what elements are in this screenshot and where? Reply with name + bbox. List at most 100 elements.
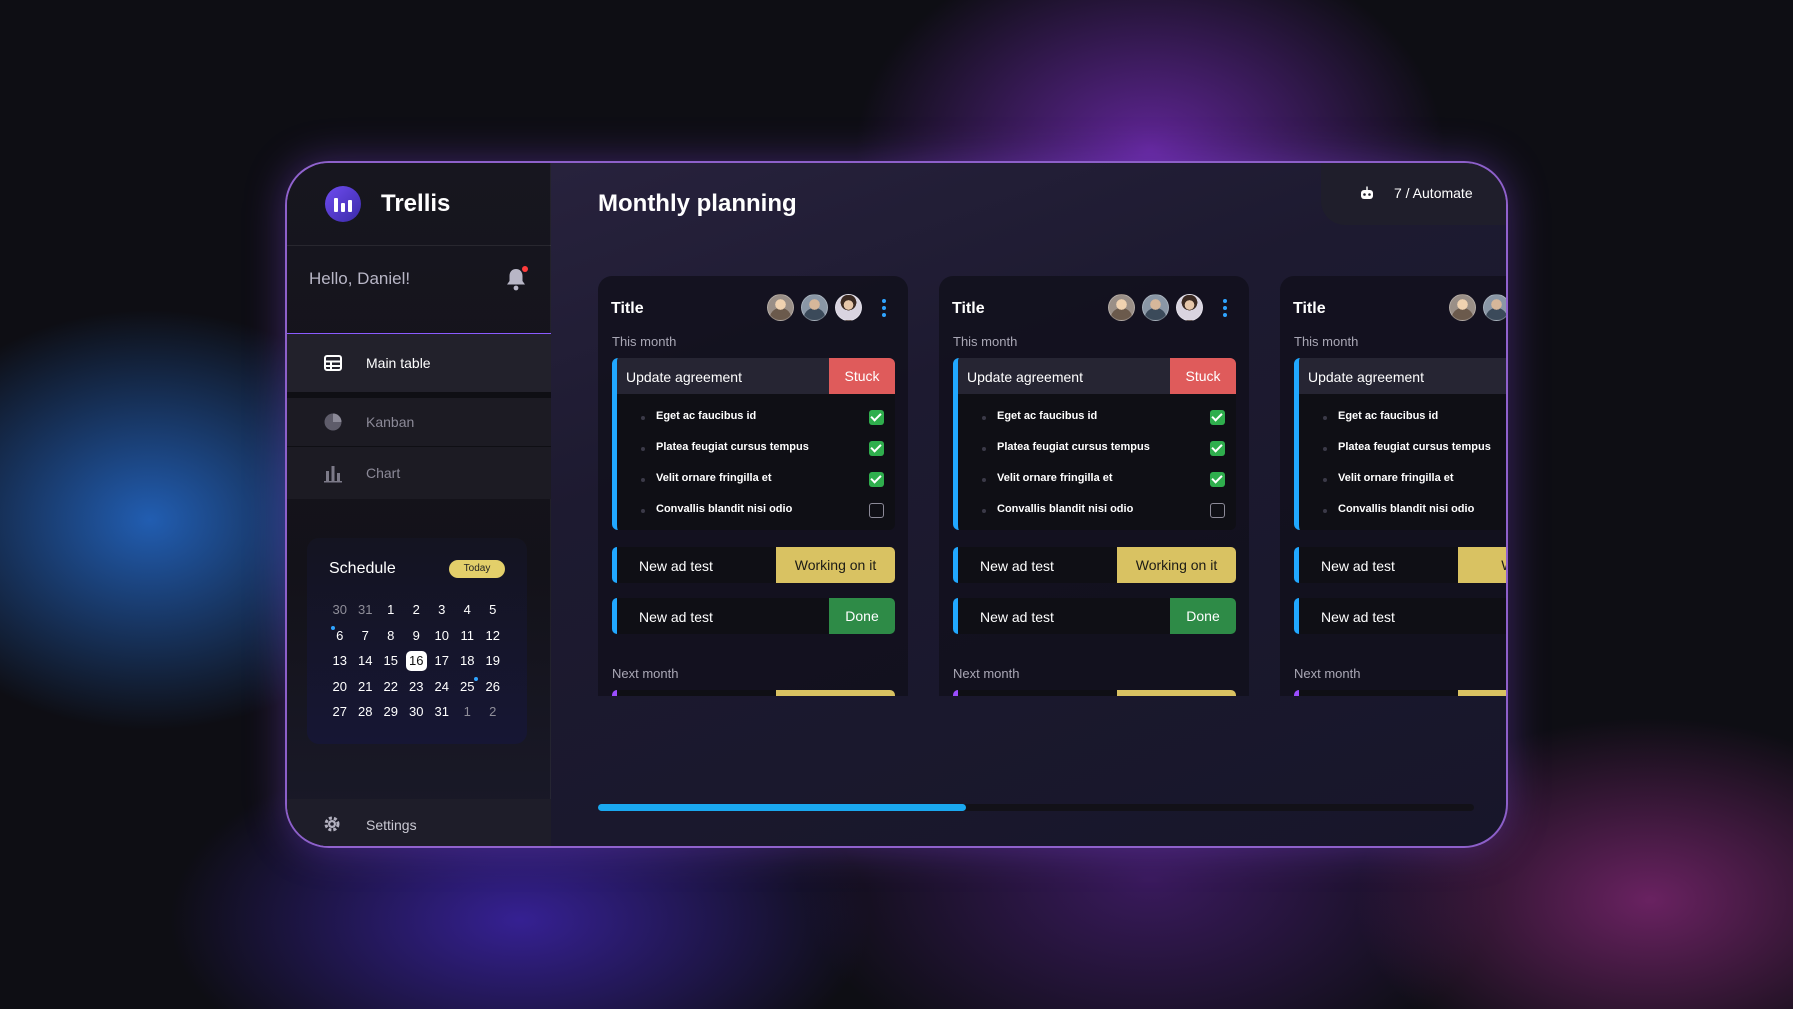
calendar-day[interactable]: 3 (429, 602, 455, 617)
board-card: Title This month Update agreement Eget ac f… (1280, 276, 1506, 696)
status-badge[interactable]: Work (1458, 547, 1506, 583)
calendar-day[interactable]: 21 (353, 679, 379, 694)
nav-item-main-table[interactable]: Main table (287, 334, 551, 392)
task-row[interactable]: Monitor budgetWorking on it (612, 690, 895, 696)
subitem-text: Convallis blandit nisi odio (997, 503, 1134, 515)
calendar-day[interactable]: 30 (404, 704, 430, 719)
status-badge[interactable]: Stuck (829, 358, 895, 394)
scrollbar-thumb[interactable] (598, 804, 966, 811)
task-row[interactable]: New ad test Done (612, 598, 895, 634)
calendar-day[interactable]: 8 (378, 628, 404, 643)
calendar-day[interactable]: 18 (455, 653, 481, 668)
calendar-day[interactable]: 16 (405, 650, 427, 671)
checkbox[interactable] (869, 410, 884, 425)
today-button[interactable]: Today (449, 560, 505, 578)
checkbox[interactable] (1210, 410, 1225, 425)
calendar-day[interactable]: 10 (429, 628, 455, 643)
avatar[interactable] (835, 294, 862, 321)
subitem: Eget ac faucibus id (958, 402, 1236, 433)
task-row[interactable]: New ad test Working on it (953, 547, 1236, 583)
calendar-day[interactable]: 15 (378, 653, 404, 668)
avatar[interactable] (801, 294, 828, 321)
subitem-text: Platea feugiat cursus tempus (997, 441, 1150, 453)
calendar-day[interactable]: 14 (353, 653, 379, 668)
pie-icon (323, 412, 343, 432)
calendar-day[interactable]: 30 (327, 602, 353, 617)
nav-item-chart[interactable]: Chart (287, 446, 551, 499)
calendar-day[interactable]: 13 (327, 653, 353, 668)
checkbox[interactable] (1210, 503, 1225, 518)
calendar-day[interactable]: 19 (480, 653, 506, 668)
task-name: New ad test (980, 558, 1054, 574)
calendar-day[interactable]: 17 (429, 653, 455, 668)
calendar-day[interactable]: 2 (480, 704, 506, 719)
status-badge[interactable]: Done (829, 598, 895, 634)
checkbox[interactable] (869, 472, 884, 487)
calendar-day[interactable]: 28 (353, 704, 379, 719)
horizontal-scrollbar[interactable] (598, 804, 1474, 811)
calendar-day[interactable]: 24 (429, 679, 455, 694)
subitem: Convallis blandit nisi odio (1299, 495, 1506, 526)
calendar-day[interactable]: 20 (327, 679, 353, 694)
task-row[interactable]: New ad test Work (1294, 547, 1506, 583)
calendar-day[interactable]: 23 (404, 679, 430, 694)
task-row[interactable]: Monitor budgetWork (1294, 690, 1506, 696)
status-badge[interactable]: Stuck (1170, 358, 1236, 394)
sidebar: Trellis Hello, Daniel! Main table Kanban (287, 163, 551, 846)
calendar-day[interactable]: 27 (327, 704, 353, 719)
subitem-text: Eget ac faucibus id (997, 410, 1098, 422)
status-badge[interactable]: Working on it (776, 690, 895, 696)
trellis-logo-icon (325, 186, 361, 222)
avatar[interactable] (1108, 294, 1135, 321)
calendar-day[interactable]: 6 (327, 625, 353, 643)
calendar-day[interactable]: 25 (455, 676, 481, 694)
checkbox[interactable] (869, 503, 884, 518)
calendar-day[interactable]: 31 (353, 602, 379, 617)
calendar-day[interactable]: 7 (353, 628, 379, 643)
status-badge[interactable]: Working on it (1117, 547, 1236, 583)
checkbox[interactable] (1210, 472, 1225, 487)
status-badge[interactable]: Done (1170, 598, 1236, 634)
calendar-day[interactable]: 9 (404, 628, 430, 643)
avatar[interactable] (1142, 294, 1169, 321)
calendar-day[interactable]: 1 (455, 704, 481, 719)
subitem-text: Velit ornare fringilla et (1338, 472, 1454, 484)
task-row[interactable]: Monitor budgetWorking on it (953, 690, 1236, 696)
robot-icon (1359, 185, 1375, 201)
greeting: Hello, Daniel! (309, 269, 411, 288)
group-header[interactable]: Update agreement Stuck (958, 358, 1236, 394)
more-options-icon[interactable] (1223, 299, 1227, 317)
group-header[interactable]: Update agreement (1299, 358, 1506, 394)
calendar-day[interactable]: 4 (455, 602, 481, 617)
calendar-day[interactable]: 29 (378, 704, 404, 719)
avatar[interactable] (1483, 294, 1506, 321)
bell-icon[interactable] (505, 266, 528, 291)
avatar[interactable] (1176, 294, 1203, 321)
calendar-day[interactable]: 22 (378, 679, 404, 694)
more-options-icon[interactable] (882, 299, 886, 317)
settings-item[interactable]: Settings (287, 799, 551, 846)
task-row[interactable]: New ad test (1294, 598, 1506, 634)
avatar[interactable] (1449, 294, 1476, 321)
avatar[interactable] (767, 294, 794, 321)
calendar-day[interactable]: 26 (480, 679, 506, 694)
calendar-day[interactable]: 2 (404, 602, 430, 617)
task-row[interactable]: New ad test Working on it (612, 547, 895, 583)
calendar-day[interactable]: 11 (455, 628, 481, 643)
task-row[interactable]: New ad test Done (953, 598, 1236, 634)
checkbox[interactable] (869, 441, 884, 456)
calendar-day[interactable]: 1 (378, 602, 404, 617)
calendar-day[interactable]: 5 (480, 602, 506, 617)
gear-icon (323, 815, 341, 833)
nav-item-kanban[interactable]: Kanban (287, 392, 551, 446)
status-badge[interactable]: Working on it (1117, 690, 1236, 696)
checkbox[interactable] (1210, 441, 1225, 456)
automate-button[interactable]: 7 / Automate (1321, 163, 1506, 225)
calendar-day[interactable]: 12 (480, 628, 506, 643)
status-badge[interactable]: Working on it (776, 547, 895, 583)
subitem-text: Velit ornare fringilla et (656, 472, 772, 484)
status-badge[interactable]: Work (1458, 690, 1506, 696)
group-header[interactable]: Update agreement Stuck (617, 358, 895, 394)
calendar-day[interactable]: 31 (429, 704, 455, 719)
main-nav: Main table Kanban Chart (287, 333, 551, 499)
